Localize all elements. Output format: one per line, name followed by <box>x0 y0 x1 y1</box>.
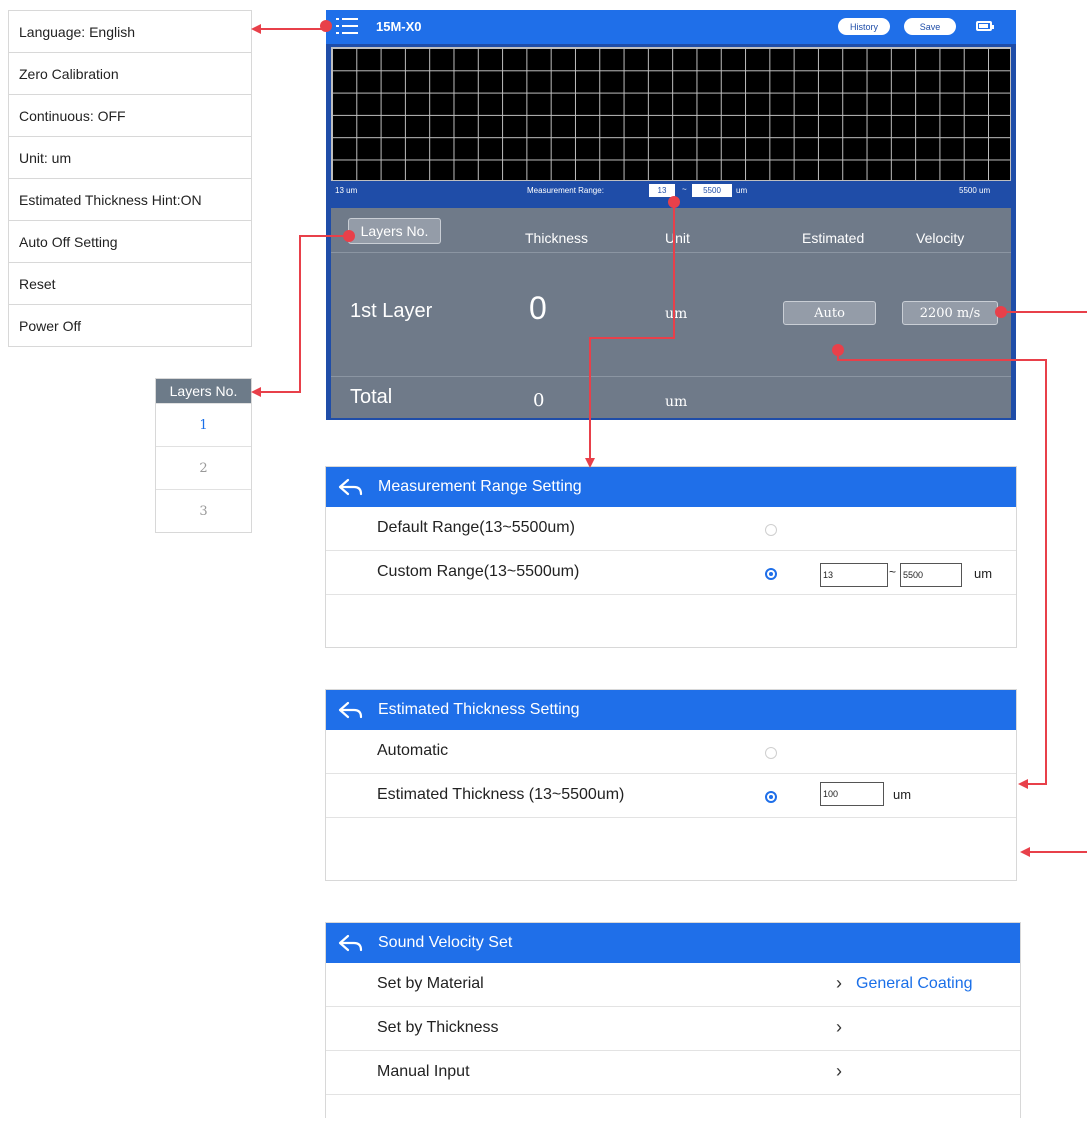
annotation-arrows <box>251 20 1087 857</box>
